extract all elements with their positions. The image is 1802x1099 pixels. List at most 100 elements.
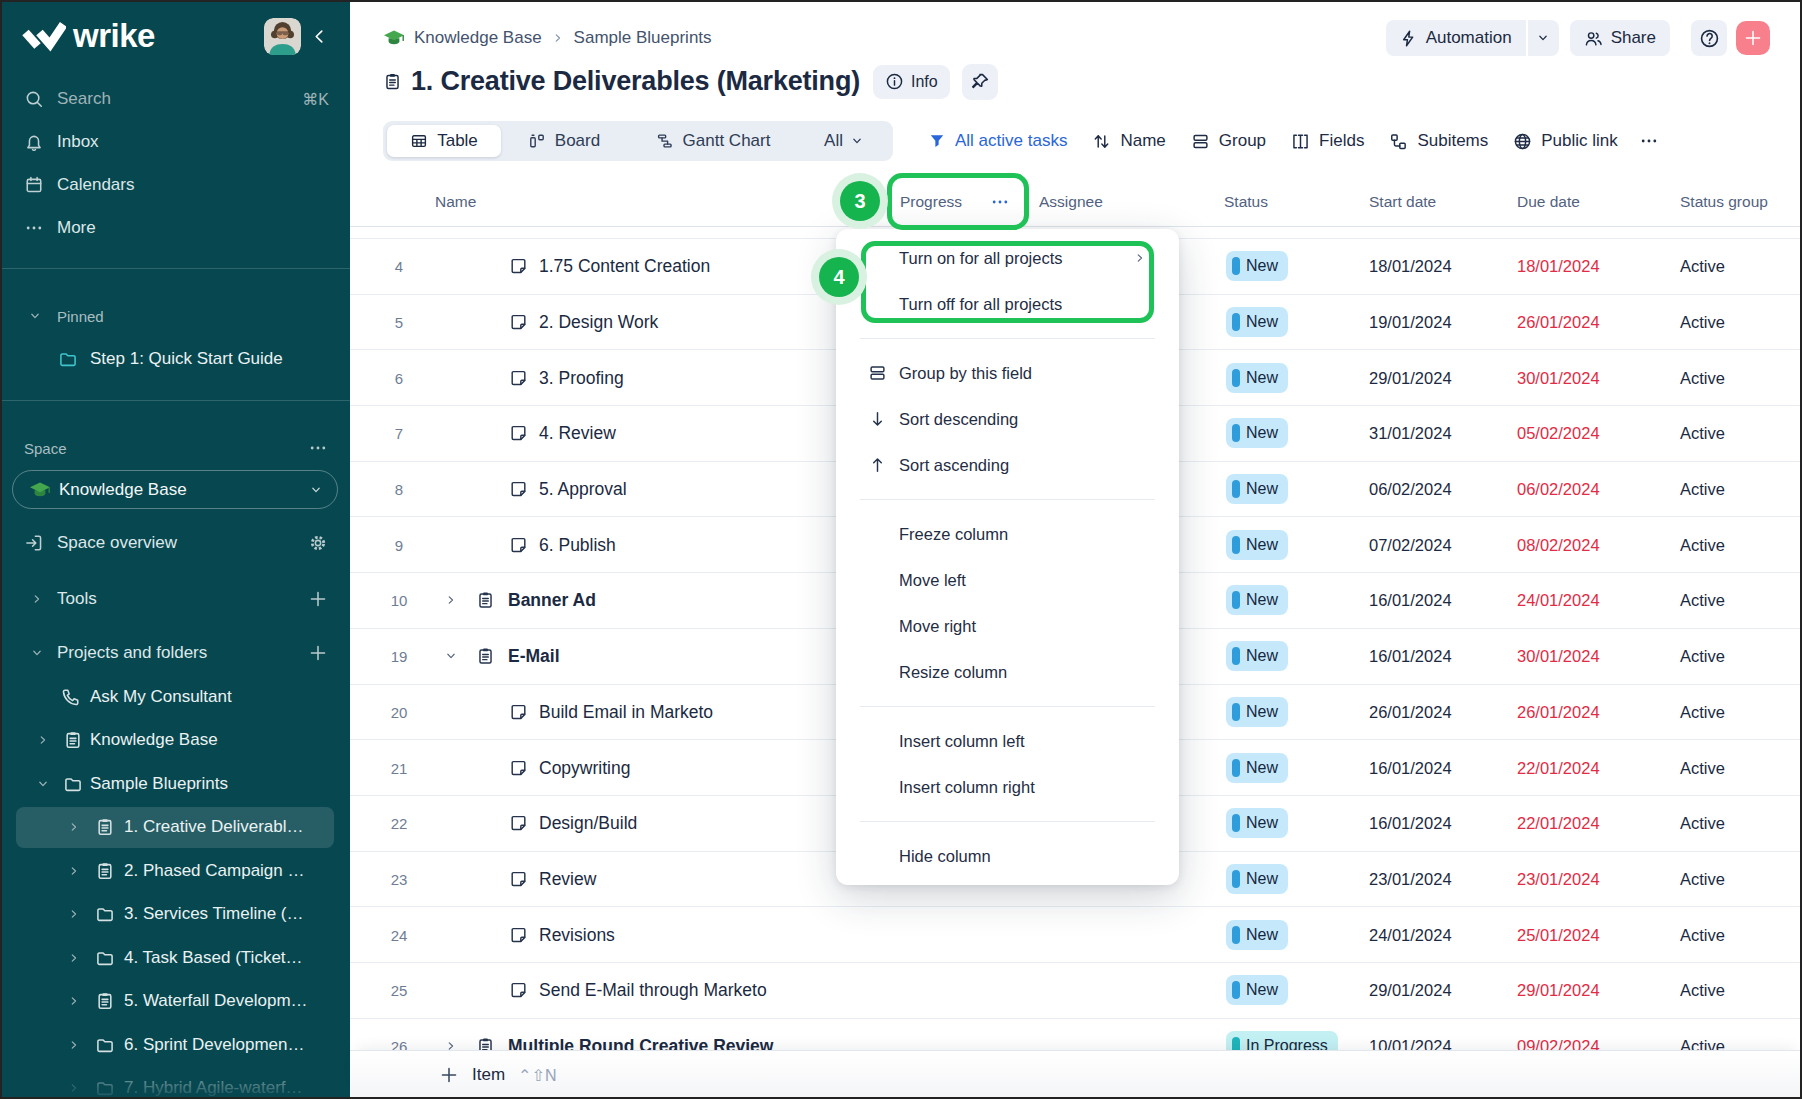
- tree-expand-toggle[interactable]: [67, 864, 81, 878]
- sidebar-collapse-button[interactable]: [310, 27, 329, 50]
- subitems-button[interactable]: Subitems: [1389, 131, 1488, 151]
- start-date-cell[interactable]: 16/01/2024: [1369, 647, 1452, 666]
- sidebar-tree-item[interactable]: 1. Creative Deliverabl…: [0, 806, 350, 850]
- pinned-section-header[interactable]: Pinned: [0, 301, 350, 331]
- sidebar-tree-item[interactable]: 7. Hybrid Agile-waterf…: [0, 1067, 350, 1099]
- public-link-button[interactable]: Public link: [1513, 131, 1618, 151]
- start-date-cell[interactable]: 29/01/2024: [1369, 368, 1452, 387]
- start-date-cell[interactable]: 26/01/2024: [1369, 702, 1452, 721]
- wrike-logo[interactable]: [22, 21, 66, 56]
- status-badge[interactable]: New: [1226, 920, 1288, 950]
- table-row[interactable]: 26 Multiple Round Creative Review In Pro…: [350, 1019, 1802, 1050]
- table-row[interactable]: 24 Revisions New 24/01/2024 25/01/2024 A…: [350, 907, 1802, 963]
- start-date-cell[interactable]: 18/01/2024: [1369, 257, 1452, 276]
- due-date-cell[interactable]: 09/02/2024: [1517, 1036, 1600, 1050]
- status-badge[interactable]: New: [1226, 975, 1288, 1005]
- due-date-cell[interactable]: 23/01/2024: [1517, 869, 1600, 888]
- tree-expand-toggle[interactable]: [67, 994, 81, 1008]
- chevron-down-icon-wrap[interactable]: [30, 646, 44, 660]
- space-settings-gear[interactable]: [308, 533, 328, 553]
- menu-item[interactable]: Group by this field: [836, 350, 1179, 396]
- sort-button[interactable]: Name: [1092, 131, 1165, 151]
- start-date-cell[interactable]: 31/01/2024: [1369, 424, 1452, 443]
- start-date-cell[interactable]: 06/02/2024: [1369, 480, 1452, 499]
- tree-expand-toggle[interactable]: [36, 733, 50, 747]
- info-button[interactable]: Info: [873, 65, 950, 99]
- menu-item[interactable]: Move right: [836, 603, 1179, 649]
- status-badge[interactable]: New: [1226, 530, 1288, 560]
- sidebar-item-inbox[interactable]: Inbox: [0, 120, 350, 163]
- space-options-button[interactable]: [308, 438, 328, 458]
- tree-expand-toggle[interactable]: [67, 1038, 81, 1052]
- due-date-cell[interactable]: 05/02/2024: [1517, 424, 1600, 443]
- sidebar-item-search[interactable]: Search ⌘K: [0, 77, 350, 120]
- due-date-cell[interactable]: 26/01/2024: [1517, 702, 1600, 721]
- status-badge[interactable]: New: [1226, 585, 1288, 615]
- add-tool-button[interactable]: [308, 589, 328, 609]
- menu-item[interactable]: Resize column: [836, 649, 1179, 695]
- sidebar-section-projects[interactable]: Projects and folders: [0, 635, 350, 671]
- space-selector[interactable]: Knowledge Base: [12, 470, 338, 509]
- expand-toggle[interactable]: [444, 1039, 458, 1050]
- column-header-start-date[interactable]: Start date: [1369, 193, 1436, 211]
- status-badge[interactable]: New: [1226, 474, 1288, 504]
- due-date-cell[interactable]: 30/01/2024: [1517, 647, 1600, 666]
- due-date-cell[interactable]: 24/01/2024: [1517, 591, 1600, 610]
- menu-item[interactable]: Sort ascending: [836, 442, 1179, 488]
- avatar[interactable]: [264, 18, 301, 55]
- status-badge[interactable]: New: [1226, 641, 1288, 671]
- due-date-cell[interactable]: 06/02/2024: [1517, 480, 1600, 499]
- menu-item[interactable]: Freeze column: [836, 511, 1179, 557]
- start-date-cell[interactable]: 16/01/2024: [1369, 758, 1452, 777]
- menu-item[interactable]: Turn off for all projects: [836, 281, 1179, 327]
- status-badge[interactable]: New: [1226, 753, 1288, 783]
- start-date-cell[interactable]: 29/01/2024: [1369, 981, 1452, 1000]
- menu-item[interactable]: Hide column: [836, 833, 1179, 879]
- start-date-cell[interactable]: 16/01/2024: [1369, 814, 1452, 833]
- start-date-cell[interactable]: 23/01/2024: [1369, 869, 1452, 888]
- breadcrumb-item[interactable]: Sample Blueprints: [574, 28, 712, 48]
- automation-dropdown-button[interactable]: [1528, 20, 1559, 56]
- status-badge[interactable]: New: [1226, 697, 1288, 727]
- due-date-cell[interactable]: 29/01/2024: [1517, 981, 1600, 1000]
- column-header-due-date[interactable]: Due date: [1517, 193, 1580, 211]
- sidebar-section-tools[interactable]: Tools: [0, 581, 350, 617]
- chevron-down-icon-wrap[interactable]: [28, 309, 42, 323]
- sidebar-item-quick-start-guide[interactable]: Step 1: Quick Start Guide: [0, 338, 350, 380]
- menu-item[interactable]: Move left: [836, 557, 1179, 603]
- due-date-cell[interactable]: 08/02/2024: [1517, 535, 1600, 554]
- view-scope-dropdown[interactable]: All: [799, 125, 889, 157]
- share-button[interactable]: Share: [1570, 20, 1670, 56]
- toolbar-more-button[interactable]: [1639, 131, 1659, 151]
- tab-table[interactable]: Table: [387, 125, 501, 157]
- due-date-cell[interactable]: 22/01/2024: [1517, 814, 1600, 833]
- sidebar-item-more[interactable]: More: [0, 206, 350, 249]
- expand-toggle[interactable]: [444, 593, 458, 607]
- tree-expand-toggle[interactable]: [67, 1081, 81, 1095]
- expand-toggle[interactable]: [444, 649, 458, 663]
- sidebar-item-calendars[interactable]: Calendars: [0, 163, 350, 206]
- status-badge[interactable]: New: [1226, 808, 1288, 838]
- add-item-button[interactable]: Item ⌃⇧N: [439, 1065, 556, 1085]
- pin-button[interactable]: [962, 64, 998, 100]
- menu-item[interactable]: Sort descending: [836, 396, 1179, 442]
- create-button[interactable]: [1736, 21, 1770, 55]
- sidebar-tree-item[interactable]: 2. Phased Campaign …: [0, 849, 350, 893]
- start-date-cell[interactable]: 10/01/2024: [1369, 1036, 1452, 1050]
- due-date-cell[interactable]: 30/01/2024: [1517, 368, 1600, 387]
- breadcrumb-item[interactable]: Knowledge Base: [414, 28, 542, 48]
- column-header-name[interactable]: Name: [435, 193, 476, 211]
- due-date-cell[interactable]: 26/01/2024: [1517, 313, 1600, 332]
- fields-button[interactable]: Fields: [1291, 131, 1364, 151]
- chevron-right-icon-wrap[interactable]: [30, 592, 44, 606]
- column-menu-button[interactable]: [990, 192, 1010, 212]
- sidebar-tree-item[interactable]: 3. Services Timeline (…: [0, 893, 350, 937]
- column-header-progress[interactable]: Progress: [900, 193, 962, 211]
- tree-expand-toggle[interactable]: [67, 907, 81, 921]
- sidebar-tree-item[interactable]: 4. Task Based (Ticket…: [0, 936, 350, 980]
- column-header-status-group[interactable]: Status group: [1680, 193, 1768, 211]
- start-date-cell[interactable]: 24/01/2024: [1369, 925, 1452, 944]
- sidebar-tree-item[interactable]: 6. Sprint Developmen…: [0, 1023, 350, 1067]
- automation-button[interactable]: Automation: [1386, 20, 1526, 56]
- tree-expand-toggle[interactable]: [36, 777, 50, 791]
